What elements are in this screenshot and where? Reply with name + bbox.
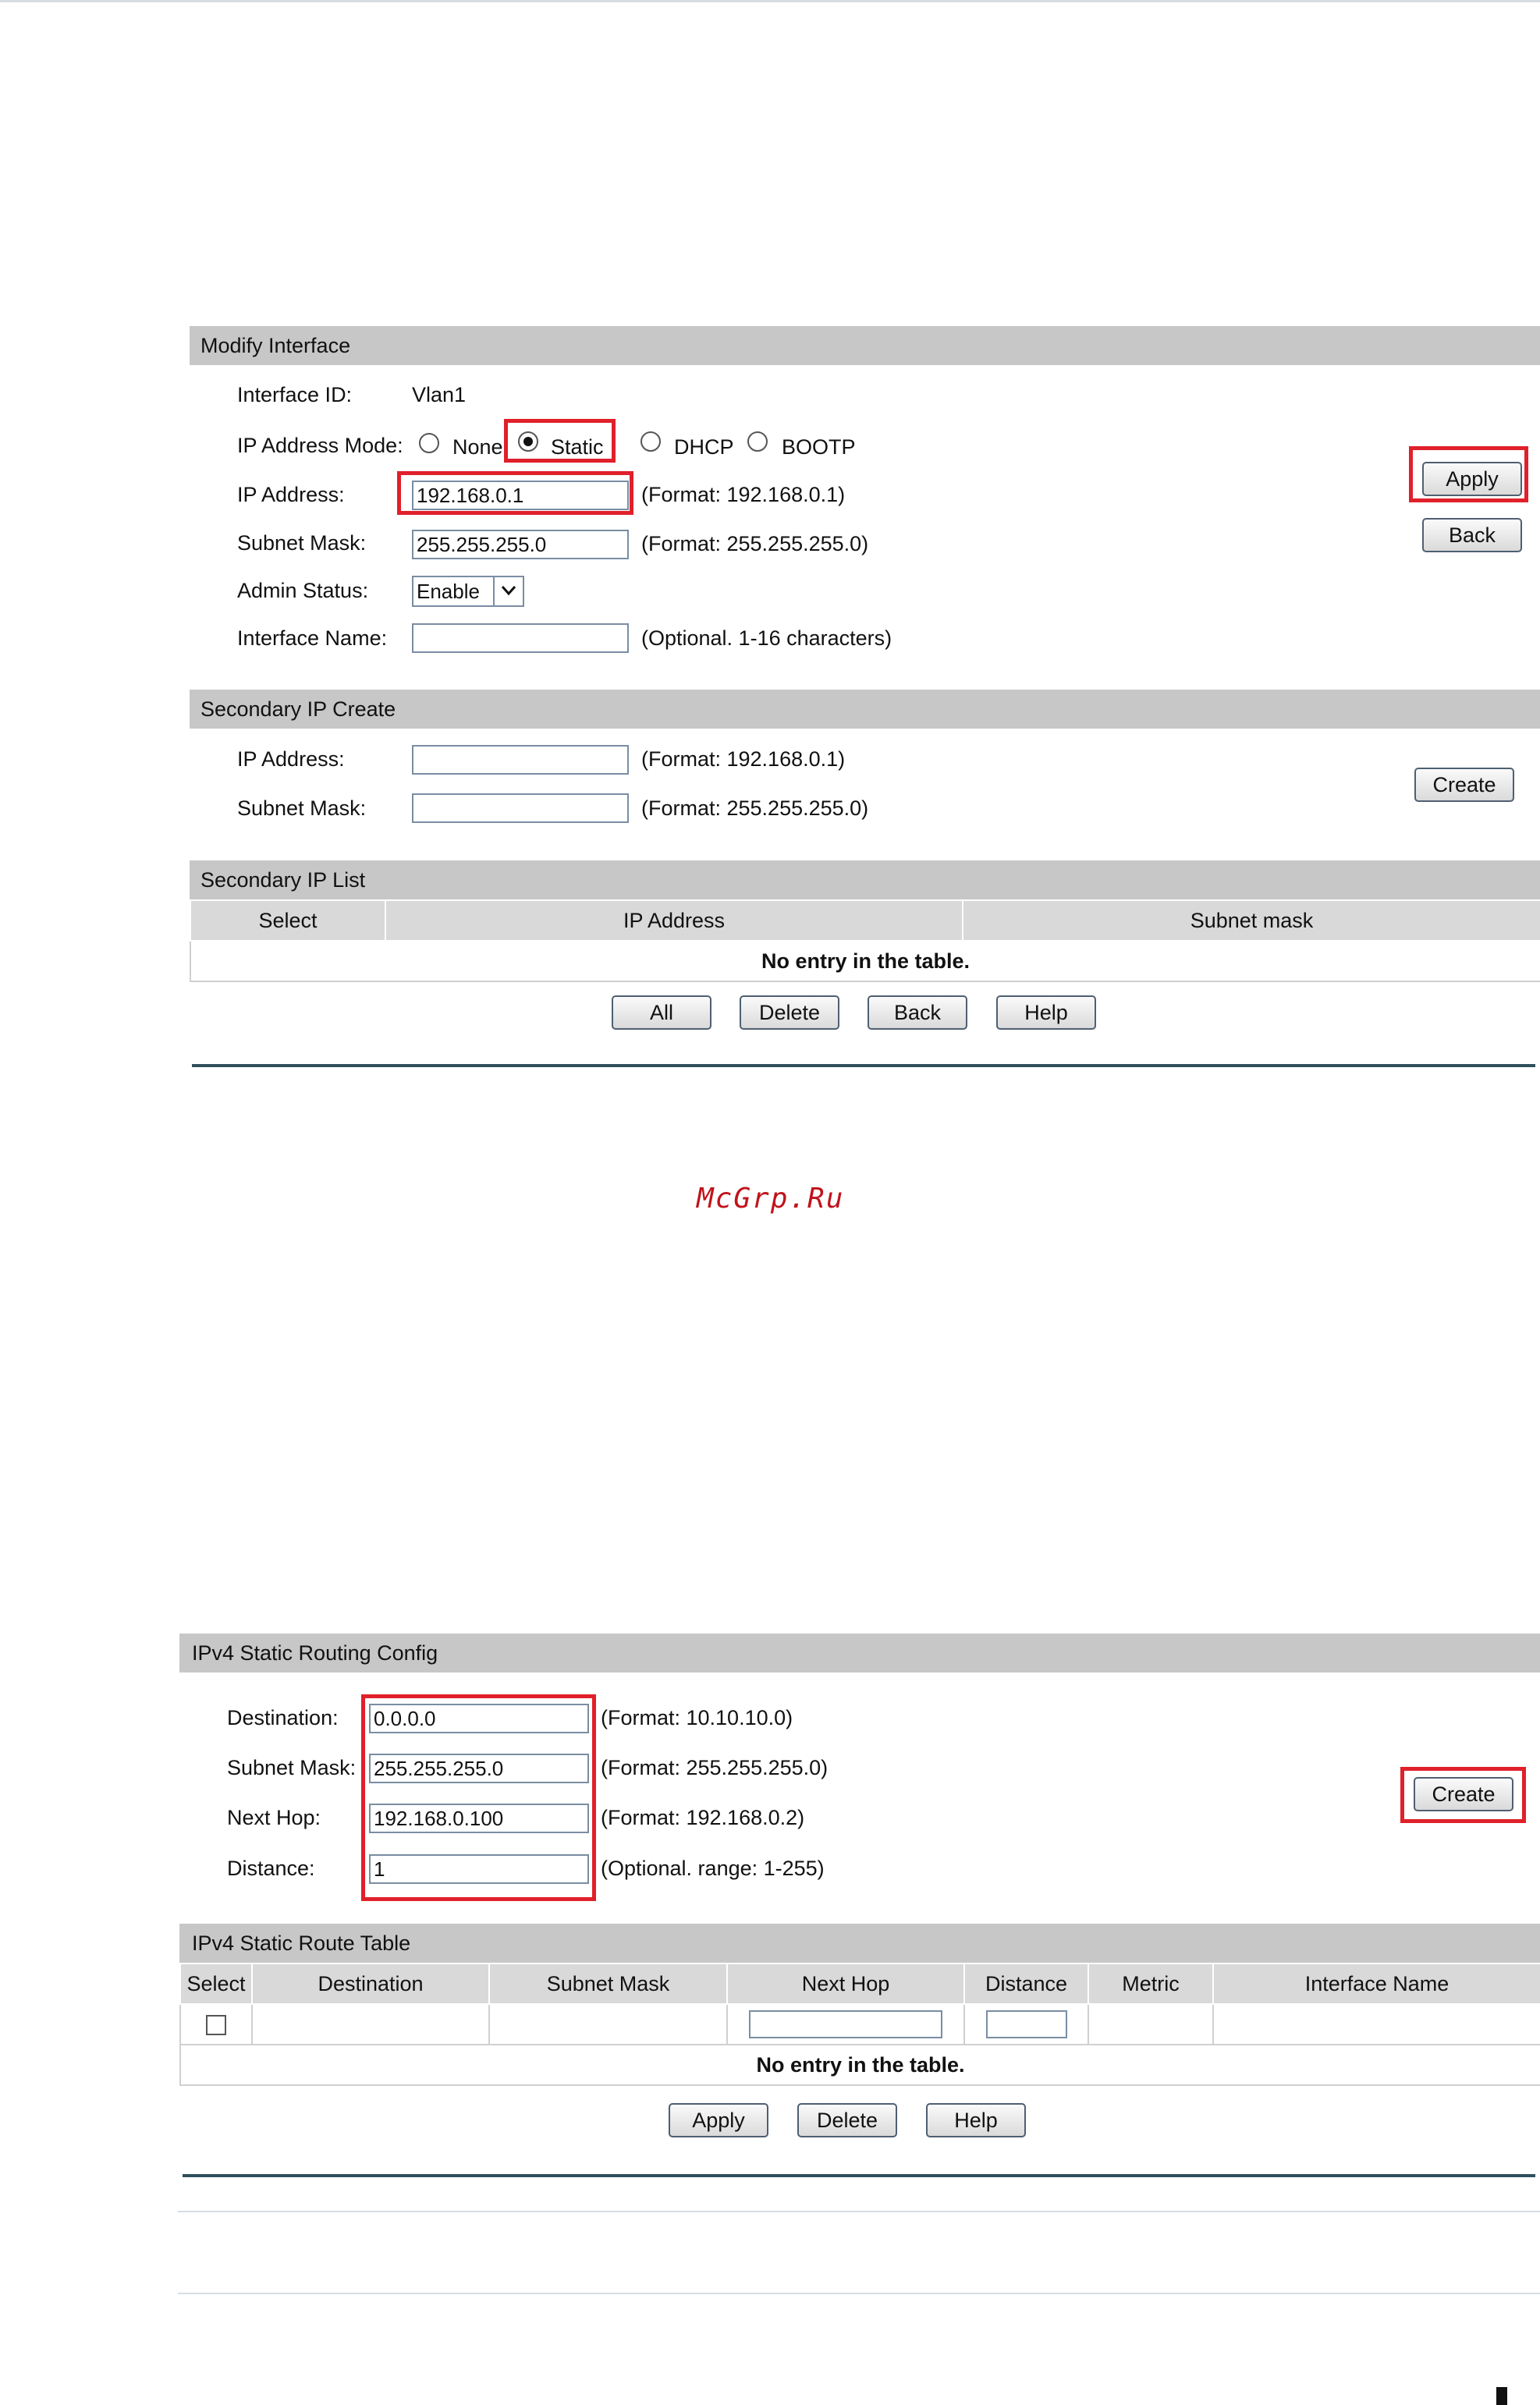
interface-id-label: Interface ID: [237, 383, 353, 406]
route-table-empty: No entry in the table. [179, 2044, 1540, 2086]
filter-select-cell [179, 2003, 253, 2045]
filter-metric-cell [1088, 2003, 1214, 2045]
secondary-mask-label: Subnet Mask: [237, 796, 367, 820]
secondary-create-button[interactable]: Create [1414, 768, 1514, 802]
destination-hint: (Format: 10.10.10.0) [601, 1706, 793, 1729]
interface-id-value: Vlan1 [412, 383, 467, 406]
filter-interface-cell [1212, 2003, 1540, 2045]
col-subnet-mask: Subnet mask [962, 899, 1540, 942]
col-select: Select [190, 899, 386, 942]
route-help-button[interactable]: Help [926, 2103, 1026, 2137]
admin-status-value: Enable [417, 580, 480, 603]
col-select: Select [179, 1963, 253, 2005]
ipv4-route-table: Select Destination Subnet Mask Next Hop … [179, 1963, 1540, 2086]
chevron-down-icon[interactable] [493, 577, 523, 605]
thin-rule-upper [178, 2211, 1540, 2212]
mode-none-radio[interactable] [419, 433, 439, 453]
col-ip-address: IP Address [385, 899, 963, 942]
distance-filter-input[interactable] [985, 2010, 1067, 2038]
route-fields-highlight [361, 1694, 596, 1901]
distance-label: Distance: [227, 1857, 315, 1880]
next-hop-hint: (Format: 192.168.0.2) [601, 1806, 805, 1829]
secondary-ip-hint: (Format: 192.168.0.1) [641, 747, 846, 771]
ip-mode-label: IP Address Mode: [237, 434, 403, 457]
secondary-ip-list-header: Secondary IP List [190, 860, 1540, 899]
route-apply-button[interactable]: Apply [669, 2103, 768, 2137]
filter-distance-cell [963, 2003, 1089, 2045]
all-button[interactable]: All [612, 995, 711, 1030]
subnet-mask-hint: (Format: 255.255.255.0) [641, 532, 869, 555]
col-subnet-mask: Subnet Mask [488, 1963, 728, 2005]
subnet-mask-label: Subnet Mask: [237, 531, 367, 555]
next-hop-filter-input[interactable] [749, 2010, 942, 2038]
secondary-ip-create-header: Secondary IP Create [190, 690, 1540, 729]
admin-status-label: Admin Status: [237, 579, 369, 602]
interface-name-input[interactable] [412, 623, 629, 653]
interface-name-label: Interface Name: [237, 626, 388, 650]
section-divider [192, 1064, 1535, 1067]
ipv4-routing-config-header: IPv4 Static Routing Config [179, 1633, 1540, 1673]
select-all-checkbox[interactable] [206, 2015, 226, 2036]
thin-rule-lower [178, 2293, 1540, 2294]
watermark-text: McGrp.Ru [697, 1183, 845, 1215]
filter-nexthop-cell [726, 2003, 965, 2045]
next-hop-label: Next Hop: [227, 1806, 321, 1829]
help-button[interactable]: Help [996, 995, 1096, 1030]
secondary-ip-table: Select IP Address Subnet mask No entry i… [190, 899, 1540, 982]
secondary-ip-empty: No entry in the table. [190, 940, 1540, 982]
mode-dhcp-label: DHCP [674, 435, 734, 459]
destination-label: Destination: [227, 1706, 339, 1729]
filter-destination-cell [251, 2003, 490, 2045]
route-create-highlight [1400, 1767, 1526, 1823]
ip-address-highlight [397, 471, 633, 515]
col-distance: Distance [963, 1963, 1089, 2005]
secondary-mask-input[interactable] [412, 793, 629, 823]
mode-dhcp-radio[interactable] [640, 431, 661, 452]
apply-highlight [1409, 446, 1528, 502]
mode-bootp-label: BOOTP [782, 435, 856, 459]
static-mode-highlight [504, 419, 616, 463]
col-destination: Destination [251, 1963, 490, 2005]
back-button[interactable]: Back [1422, 518, 1522, 552]
interface-name-hint: (Optional. 1-16 characters) [641, 626, 892, 650]
distance-hint: (Optional. range: 1-255) [601, 1857, 825, 1880]
modify-interface-header: Modify Interface [190, 326, 1540, 365]
subnet-mask-input[interactable] [412, 530, 629, 559]
route-section-divider [183, 2174, 1535, 2177]
ipv4-route-table-header: IPv4 Static Route Table [179, 1924, 1540, 1963]
mode-none-label: None [452, 435, 503, 459]
filter-row [179, 2003, 1540, 2045]
top-rule [0, 0, 1540, 2]
list-back-button[interactable]: Back [868, 995, 967, 1030]
secondary-ip-label: IP Address: [237, 747, 345, 771]
ip-address-label: IP Address: [237, 483, 345, 506]
route-mask-hint: (Format: 255.255.255.0) [601, 1756, 829, 1779]
secondary-mask-hint: (Format: 255.255.255.0) [641, 796, 869, 820]
filter-mask-cell [488, 2003, 728, 2045]
col-next-hop: Next Hop [726, 1963, 965, 2005]
route-delete-button[interactable]: Delete [797, 2103, 897, 2137]
route-mask-label: Subnet Mask: [227, 1756, 357, 1779]
col-interface-name: Interface Name [1212, 1963, 1540, 2005]
secondary-ip-input[interactable] [412, 745, 629, 775]
ip-address-hint: (Format: 192.168.0.1) [641, 483, 846, 506]
mode-bootp-radio[interactable] [747, 431, 768, 452]
col-metric: Metric [1088, 1963, 1214, 2005]
admin-status-select[interactable]: Enable [412, 576, 524, 607]
page-corner-mark [1496, 2387, 1507, 2405]
delete-button[interactable]: Delete [740, 995, 839, 1030]
